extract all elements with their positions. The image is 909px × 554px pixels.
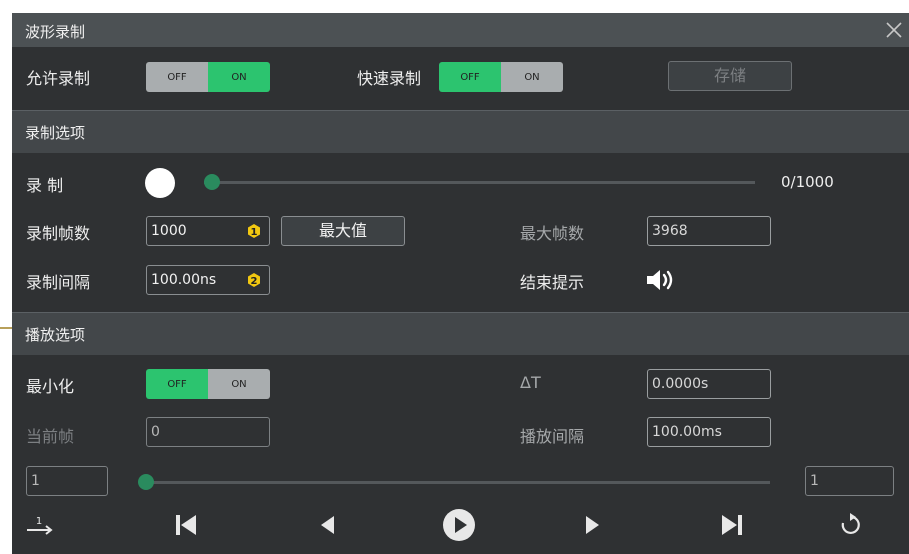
record-options-header: 录制选项 <box>12 110 909 153</box>
skip-to-start-icon[interactable] <box>171 510 201 540</box>
playback-knob[interactable] <box>138 474 154 490</box>
svg-text:1: 1 <box>36 516 42 527</box>
toggle-on-segment[interactable]: ON <box>208 62 270 92</box>
end-hint-label: 结束提示 <box>520 273 585 292</box>
knob-2-badge-icon: 2 <box>248 273 260 287</box>
record-progress-text: 0/1000 <box>781 173 834 191</box>
record-button[interactable] <box>145 168 175 198</box>
toggle-on-segment[interactable]: ON <box>501 62 563 92</box>
edge-trace-line <box>0 327 12 329</box>
max-value-button[interactable]: 最大值 <box>281 216 405 246</box>
toggle-off-segment[interactable]: OFF <box>439 62 501 92</box>
toggle-off-segment[interactable]: OFF <box>146 62 208 92</box>
play-options-title: 播放选项 <box>25 326 86 344</box>
record-frames-value: 1000 <box>151 223 187 239</box>
play-interval-field[interactable]: 100.00ms <box>647 417 771 447</box>
fast-record-label: 快速录制 <box>357 69 422 88</box>
svg-text:2: 2 <box>251 276 258 287</box>
end-frame-input[interactable]: 1 <box>805 466 894 496</box>
dialog-title: 波形录制 <box>25 23 86 41</box>
current-frame-input[interactable]: 0 <box>146 417 270 447</box>
record-interval-value: 100.00ns <box>151 272 217 288</box>
delta-t-label: ΔT <box>520 373 541 392</box>
record-progress-track <box>204 181 755 184</box>
toggle-off-segment[interactable]: OFF <box>146 369 208 399</box>
allow-record-toggle[interactable]: OFF ON <box>146 62 270 92</box>
play-icon[interactable] <box>442 508 476 542</box>
allow-record-label: 允许录制 <box>26 69 91 88</box>
order-icon[interactable]: 1 <box>24 510 54 540</box>
record-frames-input[interactable]: 1000 1 <box>146 216 270 246</box>
record-interval-input[interactable]: 100.00ns 2 <box>146 265 270 295</box>
delta-t-field: 0.0000s <box>647 369 771 399</box>
fast-record-toggle[interactable]: OFF ON <box>439 62 563 92</box>
record-options-title: 录制选项 <box>25 124 86 142</box>
close-icon[interactable] <box>881 17 907 43</box>
step-forward-icon[interactable] <box>577 510 607 540</box>
step-back-icon[interactable] <box>313 510 343 540</box>
playback-track <box>142 481 770 484</box>
knob-1-badge-icon: 1 <box>248 224 260 238</box>
save-button[interactable]: 存储 <box>668 61 792 91</box>
record-label: 录 制 <box>26 176 64 195</box>
minimize-label: 最小化 <box>26 377 75 396</box>
play-options-header: 播放选项 <box>12 312 909 355</box>
speaker-on-icon[interactable] <box>645 267 679 293</box>
current-frame-label: 当前帧 <box>26 427 75 446</box>
skip-to-end-icon[interactable] <box>717 510 747 540</box>
minimize-toggle[interactable]: OFF ON <box>146 369 270 399</box>
record-interval-label: 录制间隔 <box>26 273 91 292</box>
toggle-on-segment[interactable]: ON <box>208 369 270 399</box>
max-frames-field: 3968 <box>647 216 771 246</box>
title-bar: 波形录制 <box>12 13 909 47</box>
max-frames-label: 最大帧数 <box>520 224 585 243</box>
start-frame-input[interactable]: 1 <box>26 466 108 496</box>
svg-text:1: 1 <box>251 227 258 238</box>
record-frames-label: 录制帧数 <box>26 224 91 243</box>
play-interval-label: 播放间隔 <box>520 427 585 446</box>
record-progress-knob[interactable] <box>204 174 220 190</box>
waveform-record-dialog: 波形录制 允许录制 OFF ON 快速录制 OFF ON 存储 录制选项 录 制… <box>12 13 909 554</box>
repeat-icon[interactable] <box>835 510 865 540</box>
